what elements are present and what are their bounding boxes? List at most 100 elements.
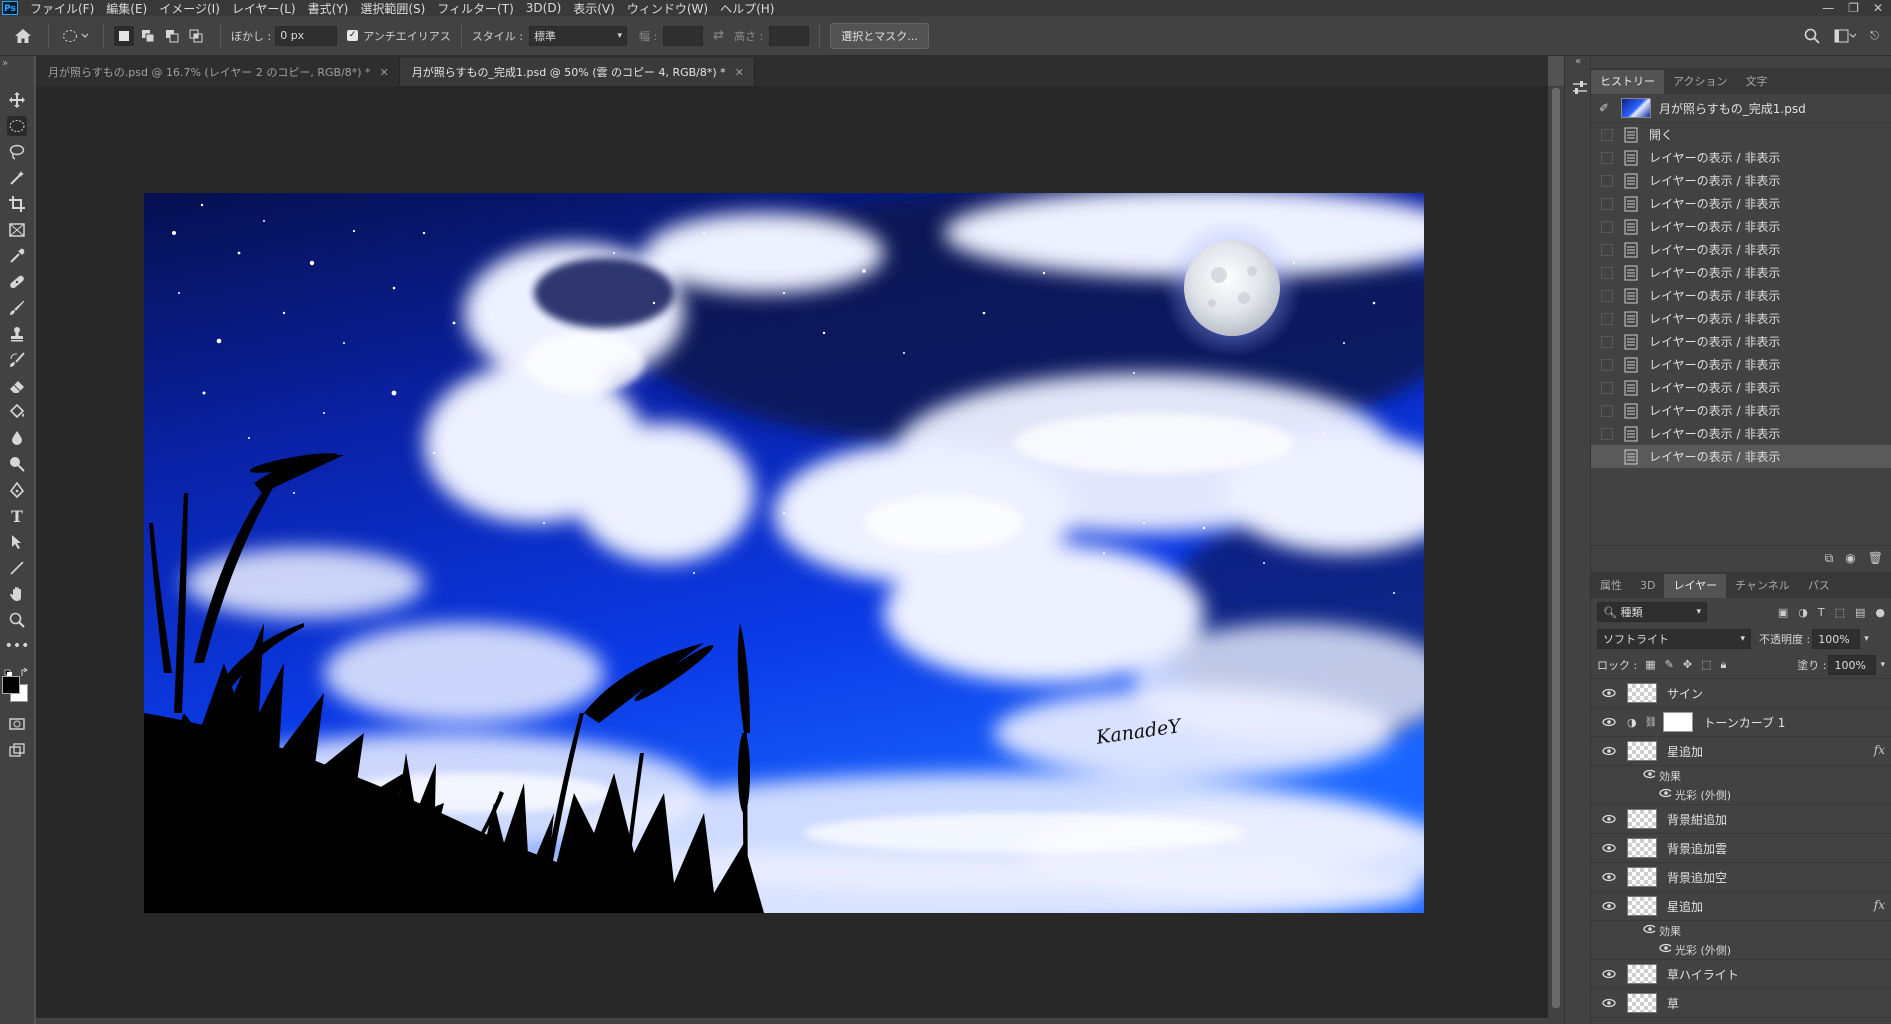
filter-adjustment-icon[interactable]: ◑ — [1798, 606, 1808, 619]
lock-image-icon[interactable]: ✎ — [1665, 658, 1674, 672]
share-icon[interactable]: ⎋ — [1870, 29, 1879, 43]
width-input[interactable] — [663, 25, 704, 46]
history-item[interactable]: レイヤーの表示 / 非表示 — [1591, 169, 1891, 192]
chevron-down-icon[interactable]: ▾ — [1864, 634, 1869, 644]
history-snapshot[interactable]: ✐ 月が照らすもの_完成1.psd — [1591, 94, 1891, 123]
line-tool[interactable] — [7, 558, 27, 578]
lock-artboard-icon[interactable]: ⬚ — [1701, 658, 1711, 672]
close-tab-icon[interactable]: ✕ — [380, 66, 389, 79]
layer-effects-indicator[interactable]: fx — [1874, 898, 1885, 912]
lock-transparency-icon[interactable]: ▦ — [1645, 658, 1655, 672]
magic-wand-tool[interactable] — [7, 168, 27, 188]
menu-edit[interactable]: 編集(E) — [100, 0, 153, 17]
menu-help[interactable]: ヘルプ(H) — [714, 0, 780, 17]
edit-toolbar-button[interactable]: ••• — [5, 636, 30, 656]
history-source-checkbox[interactable] — [1601, 404, 1613, 417]
layer-visibility-toggle[interactable] — [1601, 746, 1617, 756]
layer-effects-row[interactable]: 効果 — [1591, 921, 1891, 940]
quick-mask-button[interactable] — [7, 714, 27, 734]
history-item[interactable]: レイヤーの表示 / 非表示 — [1591, 376, 1891, 399]
opacity-input[interactable]: 100% — [1812, 629, 1861, 649]
layer-row[interactable]: 背景紺追加 — [1591, 805, 1891, 834]
tab-paths[interactable]: パス — [1799, 574, 1839, 598]
swap-dimensions-icon[interactable]: ⇄ — [713, 28, 724, 43]
tab-history[interactable]: ヒストリー — [1591, 70, 1664, 94]
history-source-checkbox[interactable] — [1601, 174, 1613, 187]
search-icon[interactable] — [1804, 28, 1820, 44]
layer-row[interactable]: 背景追加空 — [1591, 863, 1891, 892]
brush-tool[interactable] — [7, 298, 27, 318]
menu-type[interactable]: 書式(Y) — [302, 0, 355, 17]
tab-document-1[interactable]: 月が照らすもの.psd @ 16.7% (レイヤー 2 のコピー, RGB/8*… — [36, 58, 400, 86]
history-item[interactable]: レイヤーの表示 / 非表示 — [1591, 307, 1891, 330]
vertical-scrollbar[interactable] — [1548, 86, 1564, 1018]
tab-document-2[interactable]: 月が照らすもの_完成1.psd @ 50% (雲 のコピー 4, RGB/8*)… — [399, 58, 755, 86]
menu-file[interactable]: ファイル(F) — [24, 0, 100, 17]
eraser-tool[interactable] — [7, 376, 27, 396]
history-source-checkbox[interactable] — [1601, 358, 1613, 371]
style-select[interactable]: 標準 ▾ — [528, 25, 627, 46]
tab-actions[interactable]: アクション — [1664, 70, 1736, 94]
properties-panel-button[interactable] — [1570, 78, 1590, 98]
layer-visibility-toggle[interactable] — [1601, 843, 1617, 853]
intersect-selection-button[interactable] — [186, 26, 206, 46]
tab-layers[interactable]: レイヤー — [1664, 574, 1727, 598]
history-item[interactable]: レイヤーの表示 / 非表示 — [1591, 353, 1891, 376]
layer-row[interactable]: 草ハイライト — [1591, 960, 1891, 989]
foreground-color-swatch[interactable] — [2, 676, 20, 694]
history-item[interactable]: レイヤーの表示 / 非表示 — [1591, 445, 1891, 468]
close-window-button[interactable]: ✕ — [1873, 1, 1883, 15]
layer-row[interactable]: 星追加 fx — [1591, 737, 1891, 766]
tab-3d[interactable]: 3D — [1631, 574, 1664, 598]
menu-layer[interactable]: レイヤー(L) — [226, 0, 302, 17]
home-button[interactable] — [8, 25, 38, 47]
toolbar-collapse[interactable]: » — [0, 56, 34, 86]
layer-row[interactable]: 草 — [1591, 989, 1891, 1018]
history-source-checkbox[interactable] — [1601, 427, 1613, 440]
blur-tool[interactable] — [7, 428, 27, 448]
collapse-dock-icon[interactable]: « — [1575, 56, 1581, 67]
pen-tool[interactable] — [7, 480, 27, 500]
layer-visibility-toggle[interactable] — [1601, 872, 1617, 882]
history-item[interactable]: レイヤーの表示 / 非表示 — [1591, 422, 1891, 445]
new-selection-button[interactable] — [114, 25, 134, 46]
history-source-checkbox[interactable] — [1601, 266, 1613, 279]
menu-window[interactable]: ウィンドウ(W) — [621, 0, 714, 17]
layer-effects-indicator[interactable]: fx — [1874, 743, 1885, 757]
menu-select[interactable]: 選択範囲(S) — [354, 0, 431, 17]
history-item[interactable]: 開く — [1591, 123, 1891, 146]
lock-position-icon[interactable]: ✥ — [1683, 658, 1692, 672]
layer-visibility-toggle[interactable] — [1601, 717, 1617, 727]
history-source-checkbox[interactable] — [1601, 335, 1613, 348]
history-item[interactable]: レイヤーの表示 / 非表示 — [1591, 215, 1891, 238]
add-selection-button[interactable] — [138, 26, 158, 46]
layer-visibility-toggle[interactable] — [1601, 688, 1617, 698]
menu-image[interactable]: イメージ(I) — [153, 0, 226, 17]
layer-row[interactable]: サイン — [1591, 679, 1891, 708]
frame-tool[interactable] — [7, 220, 27, 240]
history-source-checkbox[interactable] — [1601, 128, 1613, 141]
history-source-checkbox[interactable] — [1601, 220, 1613, 233]
healing-brush-tool[interactable] — [7, 272, 27, 292]
history-item[interactable]: レイヤーの表示 / 非表示 — [1591, 399, 1891, 422]
crop-tool[interactable] — [7, 194, 27, 214]
history-item[interactable]: レイヤーの表示 / 非表示 — [1591, 330, 1891, 353]
layer-visibility-toggle[interactable] — [1601, 814, 1617, 824]
lock-all-icon[interactable]: 🔒︎ — [1720, 658, 1726, 672]
history-source-checkbox[interactable] — [1601, 197, 1613, 210]
tab-channels[interactable]: チャンネル — [1726, 574, 1799, 598]
layer-visibility-toggle[interactable] — [1601, 901, 1617, 911]
history-brush-source-icon[interactable]: ✐ — [1599, 101, 1613, 115]
layer-filter-select[interactable]: 🔍︎ 種類 ▾ — [1597, 602, 1707, 622]
history-source-checkbox[interactable] — [1601, 243, 1613, 256]
layer-effects-row[interactable]: 効果 — [1591, 766, 1891, 785]
path-selection-tool[interactable] — [7, 532, 27, 552]
move-tool[interactable] — [7, 90, 27, 110]
filter-toggle-icon[interactable]: ● — [1875, 606, 1885, 619]
tab-properties[interactable]: 属性 — [1591, 574, 1631, 598]
lasso-tool[interactable] — [7, 142, 27, 162]
tab-character[interactable]: 文字 — [1736, 70, 1776, 94]
paint-bucket-tool[interactable] — [7, 402, 27, 422]
blend-mode-select[interactable]: ソフトライト ▾ — [1597, 629, 1751, 649]
select-and-mask-button[interactable]: 選択とマスク... — [830, 22, 929, 49]
